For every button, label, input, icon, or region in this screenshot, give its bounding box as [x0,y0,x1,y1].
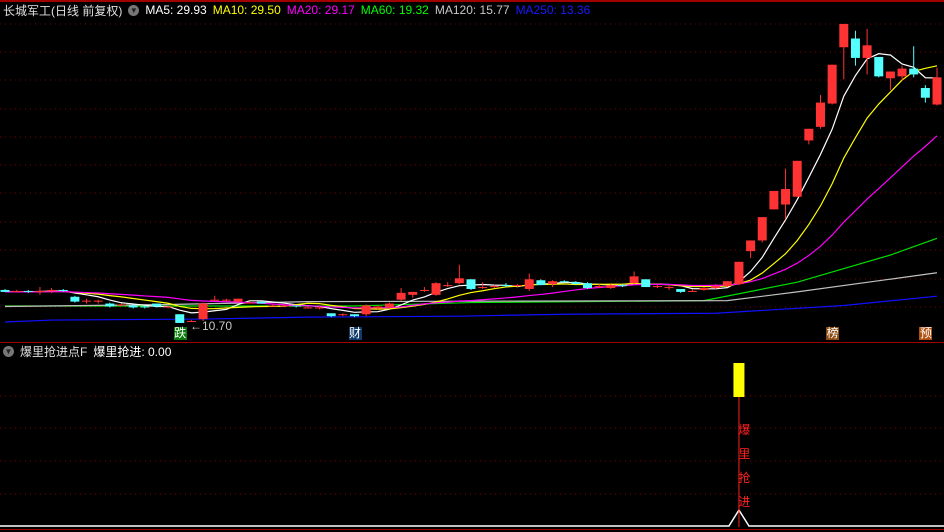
candle-up [35,290,45,292]
candle-down [0,289,10,292]
candle-down [641,279,651,288]
candle-up [711,286,721,289]
candle-down [105,303,115,307]
signal-char: 抢 [738,471,751,485]
candle-up [722,281,732,287]
candle-up [594,286,604,288]
candle-up [47,289,57,291]
candle-down [559,281,569,283]
chevron-down-icon[interactable]: ▼ [3,345,14,357]
candle-up [419,289,429,291]
candle-up [792,160,802,197]
candle-up [268,305,278,307]
candle-down [350,314,359,317]
candle-down [676,288,686,292]
candle-up [827,64,837,104]
event-marker[interactable]: 预 [919,327,933,340]
candle-down [583,283,592,289]
low-price-label: ←10.70 [190,319,233,333]
candle-up [769,190,779,210]
candle-up [932,77,942,105]
indicator-line [0,508,944,527]
candle-up [280,305,290,307]
candle-up [524,279,534,289]
candle-up [897,68,907,77]
candle-up [478,287,488,289]
candle-up [757,217,767,241]
candle-up [489,286,499,288]
signal-char: 里 [738,447,751,461]
candle-up [606,285,616,289]
candle-up [629,276,639,284]
candle-down [617,285,627,287]
candle-down [151,303,161,307]
event-marker[interactable]: 榜 [826,327,840,340]
candle-up [198,303,208,320]
candle-down [140,306,150,308]
candle-down [70,296,80,302]
candle-up [396,292,406,300]
event-marker[interactable]: 财 [348,327,362,340]
event-marker[interactable]: 跌 [173,327,187,340]
candle-up [384,303,394,308]
candle-down [909,68,919,75]
indicator-value: 爆里抢进: 0.00 [93,344,172,359]
candle-up [513,285,523,287]
candle-up [82,300,92,302]
candle-up [862,45,872,58]
candle-up [117,304,126,306]
candle-up [373,306,383,309]
candle-down [920,88,930,98]
candle-down [326,313,336,317]
candle-up [221,299,231,301]
candle-up [163,306,173,308]
candle-up [664,287,674,289]
candle-down [291,305,301,307]
candle-up [454,278,464,284]
candle-up [93,300,103,302]
signal-char: 爆 [738,423,751,437]
candle-up [804,128,814,141]
candle-up [303,307,313,309]
candle-up [885,71,895,79]
signal-bar [733,363,745,397]
candle-up [408,291,418,295]
candle-down [874,56,884,77]
candle-down [58,289,68,291]
indicator-header: ▼ 爆里抢进点F 爆里抢进: 0.00 [3,343,171,359]
candle-down [501,285,511,287]
candle-down [536,280,546,286]
candle-up [687,290,697,292]
candle-up [734,261,744,285]
candle-up [315,307,325,309]
signal-text: 爆 里 抢 进 [738,418,751,514]
candle-up [548,281,558,285]
candle-up [210,299,220,301]
candle-up [338,314,348,316]
indicator-title: 爆里抢进点F [20,344,88,359]
candle-up [699,288,709,290]
candle-down [850,38,860,58]
candle-up [839,23,849,48]
signal-char: 进 [738,495,751,509]
candle-up [361,305,371,315]
kline-chart[interactable] [0,0,944,532]
candle-up [746,240,756,252]
candle-down [175,314,185,323]
candle-up [443,285,453,287]
candle-down [256,301,266,304]
candle-down [23,290,33,292]
candle-up [652,286,662,288]
candle-down [466,279,476,289]
candle-down [128,305,138,308]
candle-up [431,283,441,295]
candle-up [245,302,255,304]
candle-up [233,298,243,302]
candle-down [571,282,581,285]
candle-up [816,102,825,127]
candle-up [781,188,791,205]
candle-up [12,290,22,292]
